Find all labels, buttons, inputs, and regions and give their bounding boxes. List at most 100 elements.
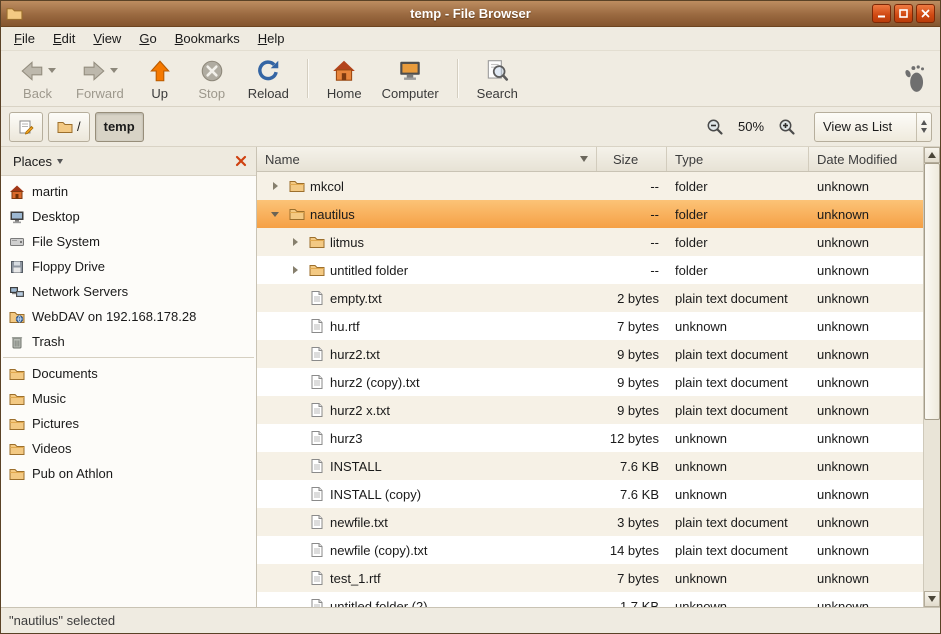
table-row[interactable]: test_1.rtf 7 bytes unknown unknown xyxy=(257,564,923,592)
sidebar-item-floppy-drive[interactable]: Floppy Drive xyxy=(1,254,256,279)
folder-icon xyxy=(289,178,305,194)
column-header-name[interactable]: Name xyxy=(257,147,597,171)
table-row-selected[interactable]: nautilus -- folder unknown xyxy=(257,200,923,228)
folder-icon xyxy=(9,466,25,482)
file-date-modified: unknown xyxy=(809,228,923,256)
close-sidebar-button[interactable] xyxy=(232,152,250,170)
scrollbar-thumb[interactable] xyxy=(924,163,940,420)
file-name: INSTALL (copy) xyxy=(330,487,421,502)
forward-history-dropdown-icon[interactable] xyxy=(110,68,118,73)
sidebar-item-webdav-on-192-168-178-28[interactable]: WebDAV on 192.168.178.28 xyxy=(1,304,256,329)
sidebar-item-videos[interactable]: Videos xyxy=(1,436,256,461)
arrow-down-icon xyxy=(928,596,936,602)
table-row[interactable]: INSTALL (copy) 7.6 KB unknown unknown xyxy=(257,480,923,508)
file-size: 9 bytes xyxy=(597,396,667,424)
home-button[interactable]: Home xyxy=(317,53,372,104)
window-menu-icon[interactable] xyxy=(6,5,23,22)
file-size: 14 bytes xyxy=(597,536,667,564)
table-row[interactable]: hurz2.txt 9 bytes plain text document un… xyxy=(257,340,923,368)
table-row[interactable]: INSTALL 7.6 KB unknown unknown xyxy=(257,452,923,480)
zoom-out-icon xyxy=(706,118,724,136)
back-arrow-icon xyxy=(19,58,45,84)
table-row[interactable]: hurz3 12 bytes unknown unknown xyxy=(257,424,923,452)
back-history-dropdown-icon[interactable] xyxy=(48,68,56,73)
computer-button[interactable]: Computer xyxy=(372,53,449,104)
sidebar-item-music[interactable]: Music xyxy=(1,386,256,411)
table-row[interactable]: empty.txt 2 bytes plain text document un… xyxy=(257,284,923,312)
sort-direction-icon xyxy=(580,156,588,162)
places-selector[interactable]: Places xyxy=(7,152,69,171)
toggle-location-entry-button[interactable] xyxy=(9,112,43,142)
forward-button[interactable]: Forward xyxy=(66,53,134,104)
table-row[interactable]: untitled folder (2) 1.7 KB unknown unkno… xyxy=(257,592,923,607)
menu-bookmarks[interactable]: Bookmarks xyxy=(166,28,249,49)
maximize-button[interactable] xyxy=(894,4,913,23)
sidebar-item-network-servers[interactable]: Network Servers xyxy=(1,279,256,304)
menu-help[interactable]: Help xyxy=(249,28,294,49)
table-row[interactable]: hurz2 x.txt 9 bytes plain text document … xyxy=(257,396,923,424)
expander-icon[interactable] xyxy=(268,206,284,222)
zoom-level: 50% xyxy=(732,119,770,134)
sidebar-item-desktop[interactable]: Desktop xyxy=(1,204,256,229)
zoom-in-button[interactable] xyxy=(775,115,799,139)
minimize-button[interactable] xyxy=(872,4,891,23)
zoom-out-button[interactable] xyxy=(703,115,727,139)
close-button[interactable] xyxy=(916,4,935,23)
table-row[interactable]: hu.rtf 7 bytes unknown unknown xyxy=(257,312,923,340)
network-icon xyxy=(9,284,25,300)
file-name: newfile.txt xyxy=(330,515,388,530)
menu-view[interactable]: View xyxy=(84,28,130,49)
search-icon xyxy=(484,58,510,84)
table-row[interactable]: newfile (copy).txt 14 bytes plain text d… xyxy=(257,536,923,564)
up-button[interactable]: Up xyxy=(134,53,186,104)
expander-icon[interactable] xyxy=(288,262,304,278)
titlebar[interactable]: temp - File Browser xyxy=(1,1,940,27)
column-header-size[interactable]: Size xyxy=(597,147,667,171)
expander-icon xyxy=(288,598,304,607)
folder-icon xyxy=(9,366,25,382)
reload-icon xyxy=(255,58,281,84)
stop-button[interactable]: Stop xyxy=(186,53,238,104)
menu-file[interactable]: File xyxy=(5,28,44,49)
sidebar-item-pub-on-athlon[interactable]: Pub on Athlon xyxy=(1,461,256,486)
sidebar-item-file-system[interactable]: File System xyxy=(1,229,256,254)
column-headers: Name Size Type Date Modified xyxy=(257,147,923,172)
menu-edit[interactable]: Edit xyxy=(44,28,84,49)
sidebar-item-trash[interactable]: Trash xyxy=(1,329,256,354)
stop-icon xyxy=(199,58,225,84)
view-mode-dropdown[interactable]: View as List xyxy=(814,112,932,142)
vertical-scrollbar[interactable] xyxy=(923,147,940,607)
table-row[interactable]: litmus -- folder unknown xyxy=(257,228,923,256)
file-size: 2 bytes xyxy=(597,284,667,312)
table-row[interactable]: hurz2 (copy).txt 9 bytes plain text docu… xyxy=(257,368,923,396)
file-date-modified: unknown xyxy=(809,396,923,424)
places-list: martin Desktop File System Floppy Drive … xyxy=(1,176,256,607)
sidebar-item-martin[interactable]: martin xyxy=(1,179,256,204)
search-button[interactable]: Search xyxy=(467,53,528,104)
column-header-type[interactable]: Type xyxy=(667,147,809,171)
scroll-down-button[interactable] xyxy=(924,591,940,607)
expander-icon[interactable] xyxy=(288,234,304,250)
reload-button[interactable]: Reload xyxy=(238,53,299,104)
table-row[interactable]: mkcol -- folder unknown xyxy=(257,172,923,200)
file-date-modified: unknown xyxy=(809,200,923,228)
chevron-down-icon xyxy=(57,159,63,164)
file-type: folder xyxy=(667,172,809,200)
scrollbar-track[interactable] xyxy=(924,163,940,591)
path-button-root[interactable]: / xyxy=(48,112,90,142)
expander-icon xyxy=(288,318,304,334)
expander-icon[interactable] xyxy=(268,178,284,194)
menu-go[interactable]: Go xyxy=(130,28,165,49)
path-button-current[interactable]: temp xyxy=(95,112,144,142)
table-row[interactable]: newfile.txt 3 bytes plain text document … xyxy=(257,508,923,536)
scroll-up-button[interactable] xyxy=(924,147,940,163)
file-type: unknown xyxy=(667,592,809,607)
back-button[interactable]: Back xyxy=(9,53,66,104)
folder-icon xyxy=(309,262,325,278)
file-date-modified: unknown xyxy=(809,368,923,396)
sidebar-item-pictures[interactable]: Pictures xyxy=(1,411,256,436)
table-row[interactable]: untitled folder -- folder unknown xyxy=(257,256,923,284)
file-type: plain text document xyxy=(667,508,809,536)
sidebar-item-documents[interactable]: Documents xyxy=(1,361,256,386)
column-header-date-modified[interactable]: Date Modified xyxy=(809,147,923,171)
